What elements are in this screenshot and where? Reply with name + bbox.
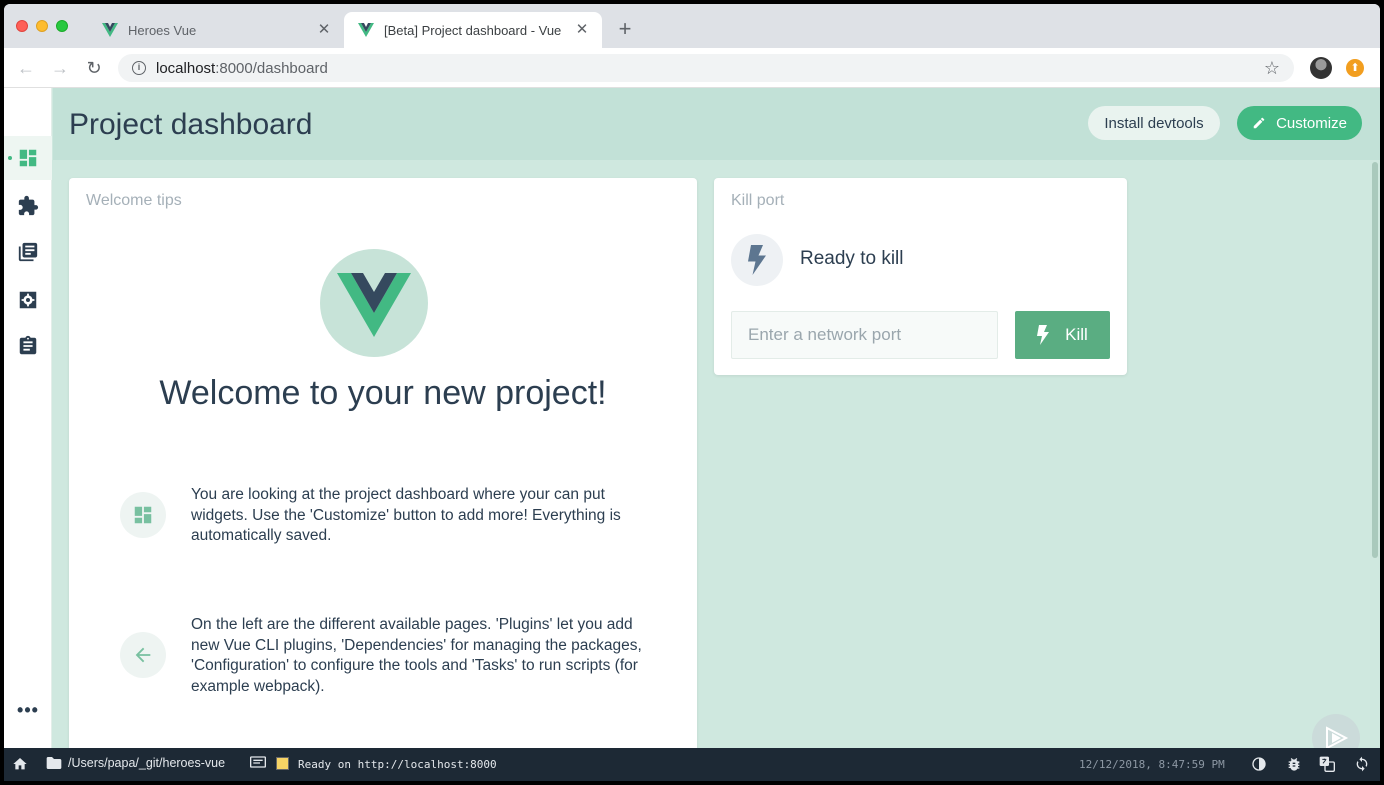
sidebar-item-dashboard[interactable] bbox=[4, 136, 52, 180]
console-icon[interactable] bbox=[250, 756, 266, 770]
welcome-heading: Welcome to your new project! bbox=[159, 374, 607, 412]
tab-title: [Beta] Project dashboard - Vue bbox=[384, 22, 562, 38]
url-path: :8000/dashboard bbox=[215, 59, 328, 77]
last-log-message[interactable]: Ready on http://localhost:8000 bbox=[298, 758, 497, 771]
info-icon[interactable]: i bbox=[132, 61, 146, 75]
log-timestamp: 12/12/2018, 8:47:59 PM bbox=[1079, 758, 1225, 771]
sidebar-item-tasks[interactable] bbox=[4, 324, 52, 368]
dark-mode-icon[interactable] bbox=[1251, 756, 1267, 772]
browser-toolbar: ← → ↻ i localhost:8000/dashboard ☆ ⬆ bbox=[4, 48, 1380, 88]
dashboard-icon bbox=[19, 149, 37, 167]
sidebar-item-configuration[interactable] bbox=[4, 278, 52, 322]
sidebar: ••• bbox=[4, 88, 52, 748]
minimize-window-button[interactable] bbox=[36, 20, 48, 32]
address-bar[interactable]: i localhost:8000/dashboard ☆ bbox=[118, 54, 1294, 82]
close-icon[interactable]: ✕ bbox=[574, 22, 590, 38]
kill-port-widget: Kill port Ready to kill Kill bbox=[714, 178, 1127, 375]
maximize-window-button[interactable] bbox=[56, 20, 68, 32]
vue-ui-app: ••• Project dashboard Install devtools C… bbox=[4, 88, 1380, 762]
sidebar-item-plugins[interactable] bbox=[4, 184, 52, 228]
folder-icon bbox=[46, 757, 62, 769]
page-title: Project dashboard bbox=[69, 108, 313, 141]
browser-window: Heroes Vue ✕ [Beta] Project dashboard - … bbox=[4, 4, 1380, 781]
url-host: localhost bbox=[156, 59, 216, 77]
install-devtools-label: Install devtools bbox=[1104, 114, 1204, 132]
install-devtools-button[interactable]: Install devtools bbox=[1088, 106, 1220, 140]
welcome-tips-widget: Welcome tips Welcome to your new project… bbox=[69, 178, 697, 758]
tip-text: You are looking at the project dashboard… bbox=[191, 486, 621, 544]
reload-icon[interactable]: ↻ bbox=[82, 56, 106, 80]
kill-button[interactable]: Kill bbox=[1015, 311, 1110, 359]
browser-tab-project-dashboard[interactable]: [Beta] Project dashboard - Vue ✕ bbox=[344, 12, 602, 48]
puzzle-icon bbox=[18, 195, 39, 216]
browser-tab-heroes-vue[interactable]: Heroes Vue ✕ bbox=[88, 12, 344, 48]
lightning-icon bbox=[1037, 325, 1050, 345]
vue-logo-icon bbox=[337, 273, 411, 337]
page-header: Project dashboard Install devtools Custo… bbox=[53, 88, 1380, 160]
kill-label: Kill bbox=[1065, 325, 1088, 344]
vue-favicon-icon bbox=[102, 23, 118, 37]
more-menu-icon[interactable]: ••• bbox=[4, 700, 52, 730]
log-status-icon bbox=[276, 757, 289, 770]
extension-icon[interactable]: ⬆ bbox=[1346, 59, 1364, 77]
vue-favicon-icon bbox=[358, 23, 374, 37]
scrollbar[interactable] bbox=[1372, 162, 1378, 748]
new-tab-button[interactable]: + bbox=[614, 18, 636, 40]
customize-button[interactable]: Customize bbox=[1237, 106, 1362, 140]
scrollbar-thumb[interactable] bbox=[1372, 162, 1378, 558]
close-icon[interactable]: ✕ bbox=[316, 22, 332, 38]
lightning-icon bbox=[731, 234, 783, 286]
tab-bar: Heroes Vue ✕ [Beta] Project dashboard - … bbox=[4, 4, 1380, 48]
home-icon[interactable] bbox=[12, 756, 28, 772]
translate-icon[interactable] bbox=[1319, 756, 1335, 772]
bookmark-star-icon[interactable]: ☆ bbox=[1264, 58, 1280, 79]
widget-title: Kill port bbox=[731, 192, 785, 209]
project-path: /Users/papa/_git/heroes-vue bbox=[68, 756, 226, 770]
profile-avatar[interactable] bbox=[1310, 57, 1332, 79]
refresh-icon[interactable] bbox=[1354, 756, 1370, 772]
tip-text: On the left are the different available … bbox=[191, 616, 642, 695]
vue-logo bbox=[320, 249, 428, 357]
pencil-icon bbox=[1253, 117, 1265, 129]
library-icon bbox=[18, 242, 38, 262]
widget-title: Welcome tips bbox=[86, 192, 182, 209]
settings-box-icon bbox=[19, 291, 37, 309]
tip-icon bbox=[120, 492, 166, 538]
sidebar-item-dependencies[interactable] bbox=[4, 230, 52, 274]
active-indicator bbox=[8, 156, 12, 160]
project-folder-button[interactable]: /Users/papa/_git/heroes-vue bbox=[46, 756, 225, 770]
tab-title: Heroes Vue bbox=[128, 22, 197, 38]
forward-arrow-icon[interactable]: → bbox=[48, 56, 72, 80]
tip-icon bbox=[120, 632, 166, 678]
bug-report-icon[interactable] bbox=[1286, 756, 1302, 772]
close-window-button[interactable] bbox=[16, 20, 28, 32]
dashboard-icon bbox=[134, 506, 152, 524]
arrow-left-icon bbox=[135, 647, 151, 663]
kill-status-text: Ready to kill bbox=[800, 248, 904, 269]
clipboard-icon bbox=[19, 335, 37, 355]
network-port-input[interactable] bbox=[731, 311, 998, 359]
customize-label: Customize bbox=[1276, 114, 1347, 132]
status-bar: /Users/papa/_git/heroes-vue Ready on htt… bbox=[4, 748, 1380, 781]
back-arrow-icon[interactable]: ← bbox=[14, 56, 38, 80]
